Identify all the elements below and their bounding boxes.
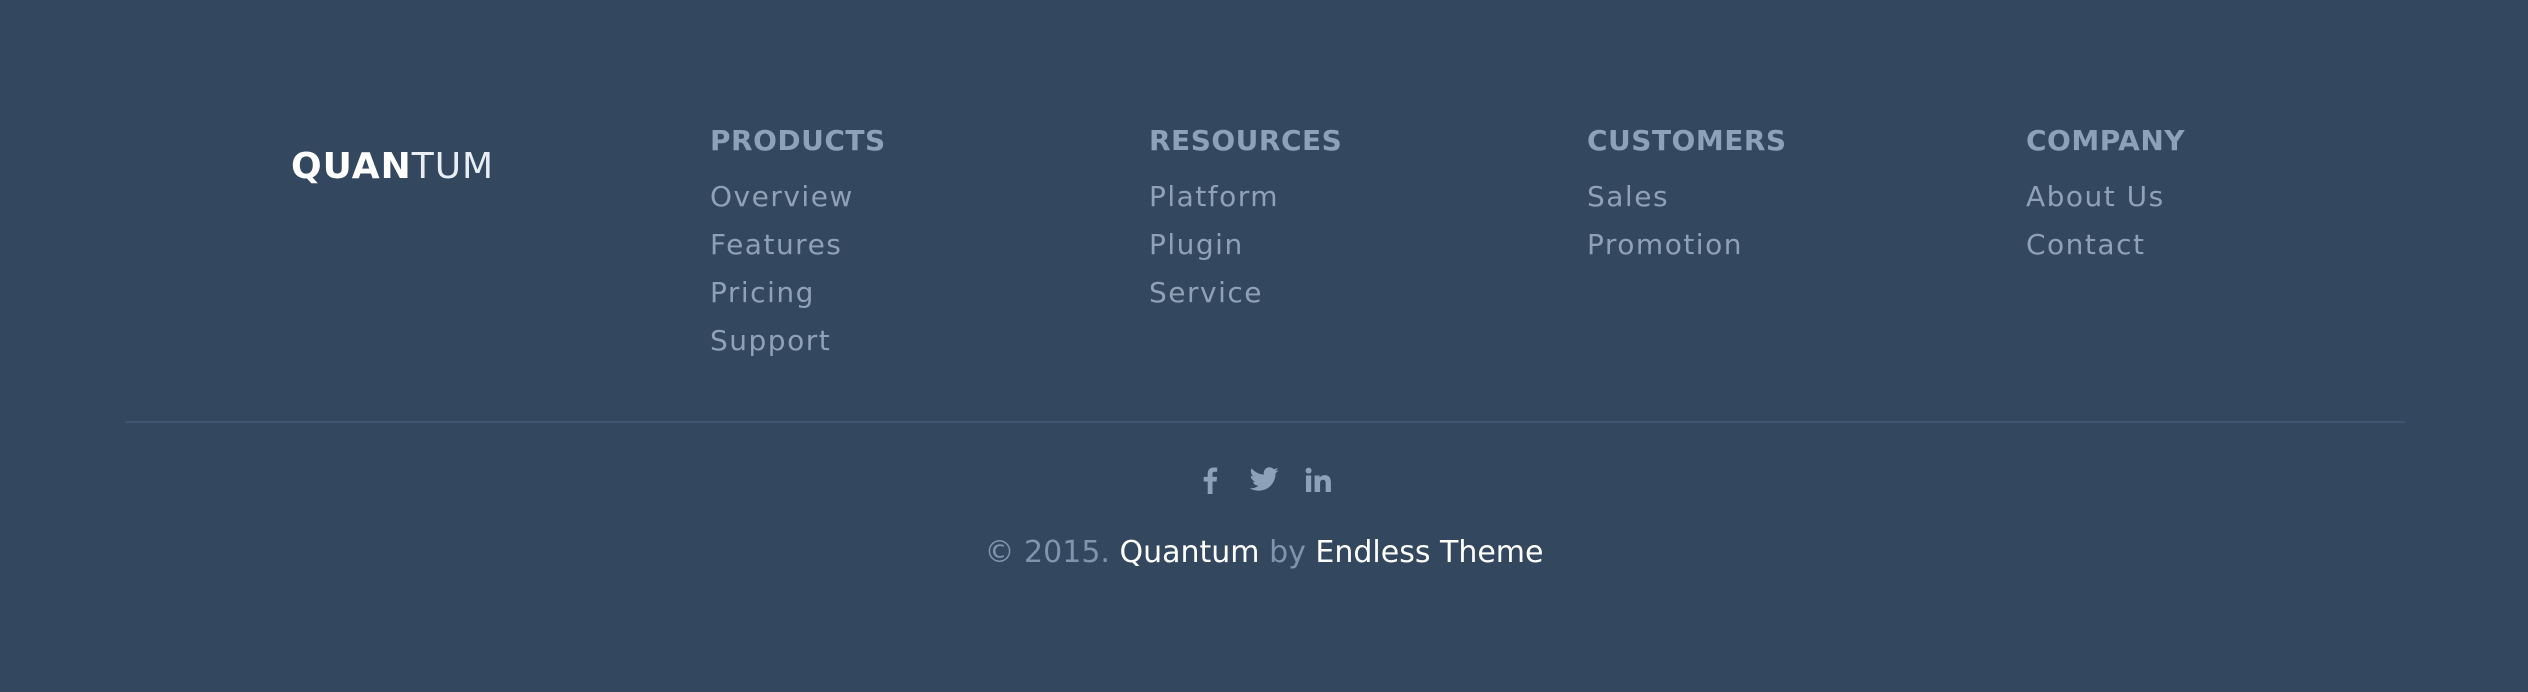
- column-link-list: Platform Plugin Service: [1149, 173, 1342, 317]
- copyright-theme-link[interactable]: Endless Theme: [1315, 535, 1543, 570]
- footer-link-platform[interactable]: Platform: [1149, 173, 1342, 221]
- column-heading: CUSTOMERS: [1587, 124, 1787, 157]
- footer-link-contact[interactable]: Contact: [2026, 221, 2185, 269]
- copyright-brand-link[interactable]: Quantum: [1119, 535, 1259, 570]
- footer-link-about-us[interactable]: About Us: [2026, 173, 2185, 221]
- footer-link-promotion[interactable]: Promotion: [1587, 221, 1787, 269]
- footer-link-support[interactable]: Support: [710, 317, 886, 365]
- copyright-prefix: © 2015.: [984, 535, 1110, 570]
- footer-link-sales[interactable]: Sales: [1587, 173, 1787, 221]
- footer-link-features[interactable]: Features: [710, 221, 886, 269]
- copyright-by: by: [1269, 535, 1306, 570]
- social-links: [0, 462, 2528, 498]
- footer-link-service[interactable]: Service: [1149, 269, 1342, 317]
- footer-column-products: PRODUCTS Overview Features Pricing Suppo…: [710, 121, 886, 365]
- footer-column-customers: CUSTOMERS Sales Promotion: [1587, 121, 1787, 269]
- copyright-line: © 2015. Quantum by Endless Theme: [0, 530, 2528, 576]
- column-heading: COMPANY: [2026, 124, 2186, 157]
- footer-logo[interactable]: QUANTUM: [291, 145, 494, 189]
- footer-link-plugin[interactable]: Plugin: [1149, 221, 1342, 269]
- twitter-link[interactable]: [1249, 462, 1279, 498]
- footer-column-resources: RESOURCES Platform Plugin Service: [1149, 121, 1342, 317]
- logo-bold-text: QUAN: [291, 146, 412, 187]
- facebook-link[interactable]: [1195, 462, 1225, 498]
- site-footer: QUANTUM PRODUCTS Overview Features Prici…: [0, 0, 2528, 692]
- linkedin-link[interactable]: [1303, 462, 1333, 498]
- column-link-list: About Us Contact: [2026, 173, 2185, 269]
- footer-column-company: COMPANY About Us Contact: [2026, 121, 2185, 269]
- facebook-icon: [1203, 467, 1218, 494]
- column-heading: RESOURCES: [1149, 124, 1343, 157]
- footer-link-overview[interactable]: Overview: [710, 173, 886, 221]
- column-link-list: Overview Features Pricing Support: [710, 173, 886, 365]
- twitter-icon: [1249, 467, 1279, 491]
- column-link-list: Sales Promotion: [1587, 173, 1787, 269]
- logo-light-text: TUM: [411, 146, 495, 187]
- column-heading: PRODUCTS: [710, 124, 886, 157]
- linkedin-icon: [1305, 467, 1331, 492]
- footer-divider: [125, 421, 2405, 423]
- footer-link-pricing[interactable]: Pricing: [710, 269, 886, 317]
